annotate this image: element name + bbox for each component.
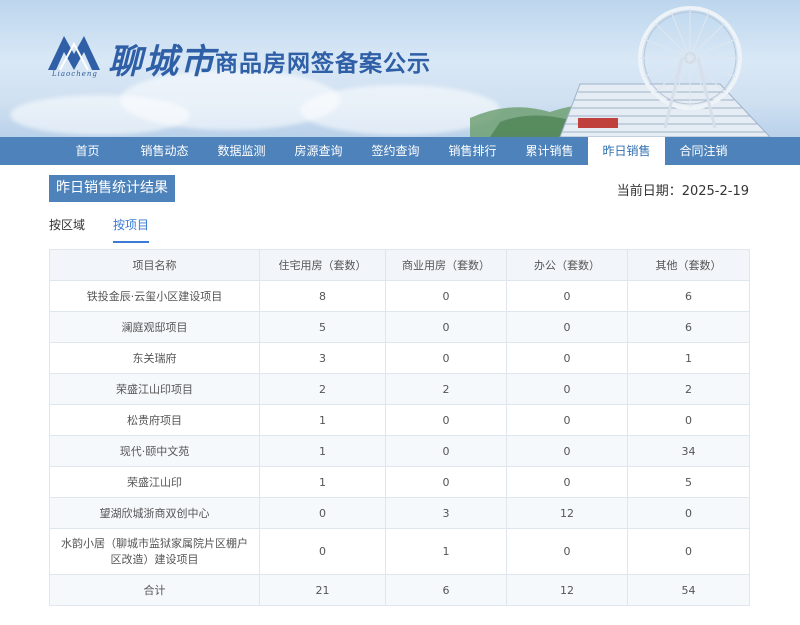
cloud-decoration [10, 95, 190, 135]
cell-office: 0 [506, 466, 628, 498]
cell-project: 东关瑞府 [49, 342, 260, 374]
cell-total-label: 合计 [49, 574, 260, 606]
cell-project: 现代·颐中文苑 [49, 435, 260, 467]
cell-residential: 2 [259, 373, 386, 405]
cell-office: 0 [506, 373, 628, 405]
main-nav: 首页 销售动态 数据监测 房源查询 签约查询 销售排行 累计销售 昨日销售 合同… [0, 137, 800, 165]
cell-project: 水韵小居（聊城市监狱家属院片区棚户区改造）建设项目 [49, 528, 260, 575]
cell-commercial: 2 [385, 373, 507, 405]
cell-project: 望湖欣城浙商双创中心 [49, 497, 260, 529]
nav-item-contract-search[interactable]: 签约查询 [357, 137, 434, 165]
column-header-residential: 住宅用房（套数） [259, 249, 386, 281]
tab-by-region[interactable]: 按区域 [49, 216, 85, 243]
cell-total-residential: 21 [259, 574, 386, 606]
cell-residential: 0 [259, 497, 386, 529]
cell-project: 荣盛江山印 [49, 466, 260, 498]
cell-other: 0 [627, 497, 750, 529]
cell-residential: 1 [259, 466, 386, 498]
nav-item-sales-news[interactable]: 销售动态 [126, 137, 203, 165]
nav-item-housing-search[interactable]: 房源查询 [280, 137, 357, 165]
cell-other: 5 [627, 466, 750, 498]
cell-residential: 1 [259, 435, 386, 467]
cell-office: 12 [506, 497, 628, 529]
cell-total-office: 12 [506, 574, 628, 606]
result-title: 昨日销售统计结果 [49, 175, 175, 202]
cell-residential: 5 [259, 311, 386, 343]
city-name: 聊城市 [108, 42, 216, 82]
logo-icon [48, 36, 100, 71]
cell-other: 1 [627, 342, 750, 374]
cell-other: 6 [627, 311, 750, 343]
table-total-row: 合计 21 6 12 54 [49, 574, 750, 606]
cell-office: 0 [506, 280, 628, 312]
cell-other: 0 [627, 528, 750, 575]
cell-other: 34 [627, 435, 750, 467]
cell-commercial: 0 [385, 311, 507, 343]
table-row: 澜庭观邸项目 5 0 0 6 [49, 311, 750, 343]
column-header-commercial: 商业用房（套数） [385, 249, 507, 281]
cell-commercial: 1 [385, 528, 507, 575]
cell-project: 荣盛江山印项目 [49, 373, 260, 405]
cell-other: 0 [627, 404, 750, 436]
cell-project: 澜庭观邸项目 [49, 311, 260, 343]
table-row: 荣盛江山印 1 0 0 5 [49, 466, 750, 498]
cell-residential: 1 [259, 404, 386, 436]
cell-residential: 3 [259, 342, 386, 374]
current-date: 当前日期：2025-2-19 [617, 180, 749, 199]
ferris-wheel-scenery-icon [470, 6, 771, 137]
column-header-office: 办公（套数） [506, 249, 628, 281]
cell-office: 0 [506, 528, 628, 575]
cell-other: 6 [627, 280, 750, 312]
table-row: 松贵府项目 1 0 0 0 [49, 404, 750, 436]
sales-table: 项目名称 住宅用房（套数） 商业用房（套数） 办公（套数） 其他（套数） 铁投金… [49, 249, 750, 606]
cell-commercial: 0 [385, 435, 507, 467]
cell-office: 0 [506, 342, 628, 374]
tab-by-project[interactable]: 按项目 [113, 216, 150, 243]
cell-office: 0 [506, 404, 628, 436]
cell-project: 松贵府项目 [49, 404, 260, 436]
cell-commercial: 3 [385, 497, 507, 529]
table-header-row: 项目名称 住宅用房（套数） 商业用房（套数） 办公（套数） 其他（套数） [49, 249, 750, 281]
nav-item-data-monitor[interactable]: 数据监测 [203, 137, 280, 165]
cell-office: 0 [506, 435, 628, 467]
cell-residential: 8 [259, 280, 386, 312]
cell-commercial: 0 [385, 280, 507, 312]
nav-item-sales-ranking[interactable]: 销售排行 [434, 137, 511, 165]
nav-item-home[interactable]: 首页 [49, 137, 126, 165]
cell-total-other: 54 [627, 574, 750, 606]
logo-subtitle: Liaocheng [52, 70, 98, 78]
date-label: 当前日期： [616, 184, 682, 199]
nav-item-cumulative-sales[interactable]: 累计销售 [511, 137, 588, 165]
header-banner: Liaocheng 聊城市 商品房网签备案公示 [0, 0, 800, 137]
cell-total-commercial: 6 [385, 574, 507, 606]
view-tabs: 按区域 按项目 [49, 216, 177, 243]
table-row: 铁投金辰·云玺小区建设项目 8 0 0 6 [49, 280, 750, 312]
cell-commercial: 0 [385, 342, 507, 374]
nav-item-yesterday-sales[interactable]: 昨日销售 [588, 137, 665, 165]
table-row: 荣盛江山印项目 2 2 0 2 [49, 373, 750, 405]
table-row: 望湖欣城浙商双创中心 0 3 12 0 [49, 497, 750, 529]
cell-other: 2 [627, 373, 750, 405]
cell-project: 铁投金辰·云玺小区建设项目 [49, 280, 260, 312]
nav-item-contract-cancel[interactable]: 合同注销 [665, 137, 742, 165]
cell-office: 0 [506, 311, 628, 343]
table-row: 水韵小居（聊城市监狱家属院片区棚户区改造）建设项目 0 1 0 0 [49, 528, 750, 575]
cell-commercial: 0 [385, 404, 507, 436]
date-value: 2025-2-19 [681, 184, 749, 199]
table-row: 现代·颐中文苑 1 0 0 34 [49, 435, 750, 467]
column-header-project: 项目名称 [49, 249, 260, 281]
table-row: 东关瑞府 3 0 0 1 [49, 342, 750, 374]
site-title: 商品房网签备案公示 [215, 51, 431, 77]
cell-commercial: 0 [385, 466, 507, 498]
cell-residential: 0 [259, 528, 386, 575]
column-header-other: 其他（套数） [627, 249, 750, 281]
